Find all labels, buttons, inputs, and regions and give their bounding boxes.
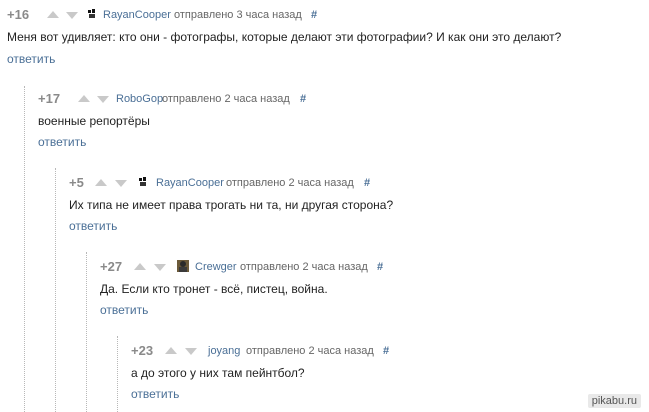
permalink[interactable]: # [311, 8, 317, 22]
upvote-icon[interactable] [134, 263, 146, 270]
watermark: pikabu.ru [587, 394, 641, 408]
upvote-icon[interactable] [47, 11, 59, 18]
rating: +5 [69, 175, 84, 190]
permalink[interactable]: # [300, 92, 306, 106]
timestamp: отправлено 2 часа назад [162, 93, 290, 105]
author-link[interactable]: RoboGop [116, 92, 163, 106]
thread-line [55, 168, 56, 412]
comment-text: а до этого у них там пейнтбол? [131, 366, 305, 380]
upvote-icon[interactable] [78, 95, 90, 102]
permalink[interactable]: # [383, 344, 389, 358]
timestamp: отправлено 2 часа назад [240, 261, 368, 273]
comment-text: Их типа не имеет права трогать ни та, ни… [69, 198, 394, 212]
reply-link[interactable]: ответить [69, 219, 117, 233]
comment-text: военные репортёры [38, 114, 150, 128]
reply-link[interactable]: ответить [131, 387, 179, 401]
comment: +5 RayanCooper отправлено 2 часа назад #… [69, 168, 639, 238]
comment: +23 joyang отправлено 2 часа назад # а д… [131, 336, 641, 406]
downvote-icon[interactable] [66, 12, 78, 19]
timestamp: отправлено 2 часа назад [226, 177, 354, 189]
comment: +16 RayanCooper отправлено 3 часа назад … [7, 0, 647, 80]
rating: +17 [38, 91, 61, 106]
reply-link[interactable]: ответить [100, 303, 148, 317]
dog-avatar-icon [137, 176, 149, 188]
thread-line [24, 86, 25, 412]
author-link[interactable]: RayanCooper [103, 8, 171, 22]
rating: +27 [100, 259, 123, 274]
downvote-icon[interactable] [185, 348, 197, 355]
person-avatar-icon [177, 260, 189, 272]
downvote-icon[interactable] [154, 264, 166, 271]
reply-link[interactable]: ответить [38, 135, 86, 149]
rating: +23 [131, 343, 154, 358]
upvote-icon[interactable] [95, 179, 107, 186]
author-link[interactable]: RayanCooper [156, 176, 224, 190]
thread-line [117, 336, 118, 412]
thread-line [86, 252, 87, 412]
rating: +16 [7, 7, 30, 22]
permalink[interactable]: # [377, 260, 383, 274]
comment: +27 Crewger отправлено 2 часа назад # Да… [100, 252, 640, 322]
downvote-icon[interactable] [115, 180, 127, 187]
permalink[interactable]: # [364, 176, 370, 190]
comment: +17 RoboGop отправлено 2 часа назад # во… [38, 84, 638, 154]
timestamp: отправлено 2 часа назад [246, 345, 374, 357]
dog-avatar-icon [86, 8, 98, 20]
upvote-icon[interactable] [165, 347, 177, 354]
author-link[interactable]: Crewger [195, 260, 237, 274]
timestamp: отправлено 3 часа назад [174, 9, 302, 21]
reply-link[interactable]: ответить [7, 52, 55, 66]
comment-text: Меня вот удивляет: кто они - фотографы, … [7, 30, 562, 44]
author-link[interactable]: joyang [208, 344, 240, 358]
downvote-icon[interactable] [97, 96, 109, 103]
comment-text: Да. Если кто тронет - всё, пистец, война… [100, 282, 328, 296]
